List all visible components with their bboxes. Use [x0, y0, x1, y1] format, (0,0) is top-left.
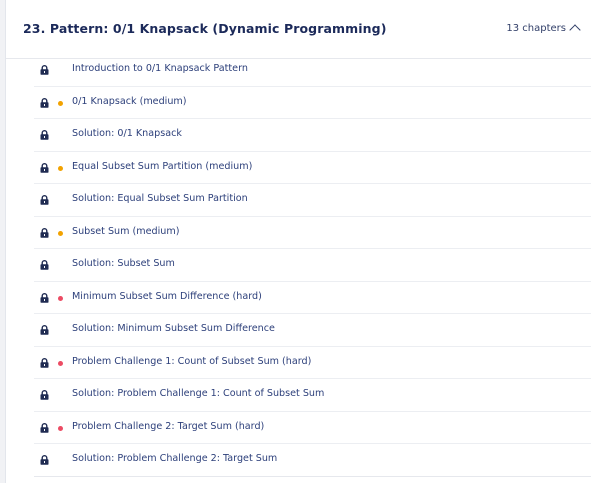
lesson-item[interactable]: Equal Subset Sum Partition (medium)	[34, 152, 591, 184]
lesson-link[interactable]: Solution: 0/1 Knapsack	[72, 128, 182, 139]
lesson-link[interactable]: Solution: Subset Sum	[72, 258, 175, 269]
medium-difficulty-dot	[58, 230, 63, 236]
lesson-link[interactable]: Equal Subset Sum Partition (medium)	[72, 161, 252, 172]
lesson-link[interactable]: Solution: Problem Challenge 2: Target Su…	[72, 453, 277, 464]
section-header[interactable]: 23. Pattern: 0/1 Knapsack (Dynamic Progr…	[6, 0, 591, 59]
lock-icon	[40, 162, 49, 173]
lock-icon	[40, 130, 49, 140]
lesson-link[interactable]: Problem Challenge 2: Target Sum (hard)	[72, 421, 264, 432]
lock-icon	[40, 422, 49, 433]
chevron-up-icon[interactable]	[569, 24, 581, 36]
lesson-item[interactable]: Solution: 0/1 Knapsack	[34, 119, 591, 152]
hard-difficulty-dot	[58, 360, 63, 366]
lesson-item[interactable]: Solution: Problem Challenge 1: Count of …	[34, 379, 591, 412]
lesson-item[interactable]: Solution: Subset Sum	[34, 249, 591, 282]
lesson-link[interactable]: Introduction to 0/1 Knapsack Pattern	[72, 63, 248, 74]
lesson-link[interactable]: Solution: Minimum Subset Sum Difference	[72, 323, 275, 334]
lock-icon	[40, 227, 49, 238]
hard-difficulty-dot	[58, 295, 63, 301]
lesson-link[interactable]: Solution: Problem Challenge 1: Count of …	[72, 388, 324, 399]
chapters-toggle[interactable]: 13 chapters	[506, 22, 581, 36]
lock-icon	[40, 357, 49, 368]
medium-difficulty-dot	[58, 165, 63, 171]
lesson-link[interactable]: Problem Challenge 1: Count of Subset Sum…	[72, 356, 311, 367]
chapters-count: 13 chapters	[506, 22, 566, 34]
lesson-item[interactable]: Problem Challenge 1: Count of Subset Sum…	[34, 347, 591, 379]
lock-icon	[40, 390, 49, 400]
lock-icon	[40, 65, 49, 75]
lesson-item[interactable]: Introduction to 0/1 Knapsack Pattern	[34, 54, 591, 87]
lock-icon	[40, 260, 49, 270]
lock-icon	[40, 195, 49, 205]
lock-icon	[40, 325, 49, 335]
chapter-section: 23. Pattern: 0/1 Knapsack (Dynamic Progr…	[6, 0, 591, 483]
lesson-link[interactable]: 0/1 Knapsack (medium)	[72, 96, 187, 107]
lock-icon	[40, 455, 49, 465]
medium-difficulty-dot	[58, 100, 63, 106]
section-title: 23. Pattern: 0/1 Knapsack (Dynamic Progr…	[23, 21, 387, 36]
lock-icon	[40, 292, 49, 303]
lesson-item[interactable]: Problem Challenge 2: Target Sum (hard)	[34, 412, 591, 444]
lesson-link[interactable]: Subset Sum (medium)	[72, 226, 179, 237]
hard-difficulty-dot	[58, 425, 63, 431]
lesson-item[interactable]: Subset Sum (medium)	[34, 217, 591, 249]
lesson-link[interactable]: Minimum Subset Sum Difference (hard)	[72, 291, 262, 302]
lesson-link[interactable]: Solution: Equal Subset Sum Partition	[72, 193, 248, 204]
lock-icon	[40, 97, 49, 108]
lesson-item[interactable]: 0/1 Knapsack (medium)	[34, 87, 591, 119]
lesson-item[interactable]: Solution: Equal Subset Sum Partition	[34, 184, 591, 217]
lesson-item[interactable]: Solution: Problem Challenge 2: Target Su…	[34, 444, 591, 477]
lesson-list: Introduction to 0/1 Knapsack Pattern 0/1 …	[34, 54, 591, 477]
lesson-item[interactable]: Solution: Minimum Subset Sum Difference	[34, 314, 591, 347]
lesson-item[interactable]: Minimum Subset Sum Difference (hard)	[34, 282, 591, 314]
